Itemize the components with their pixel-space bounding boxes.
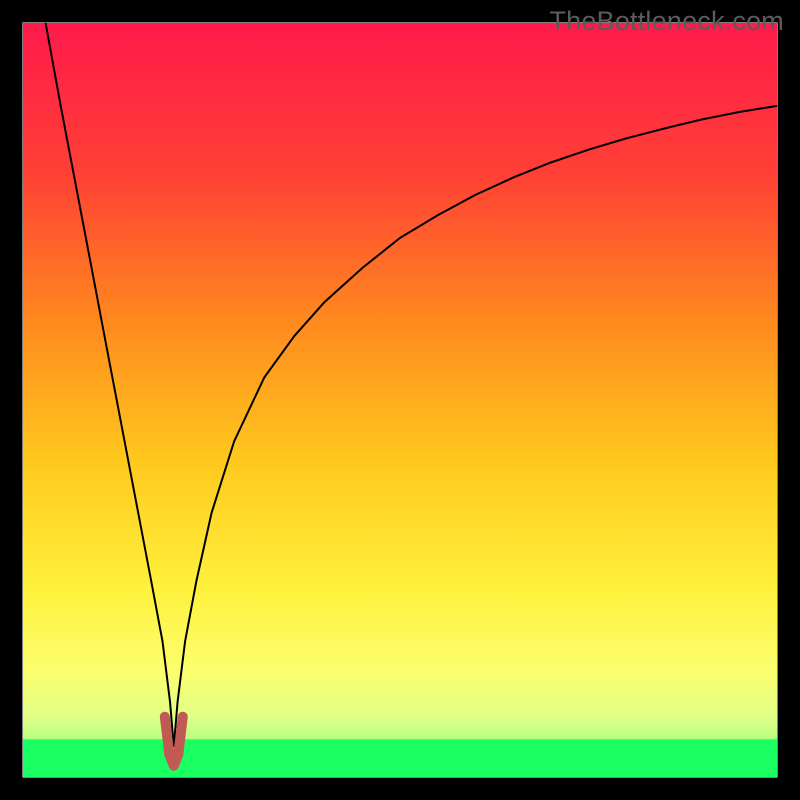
plot-canvas: [0, 0, 800, 800]
bottleneck-chart: { "watermark": "TheBottleneck.com", "cha…: [0, 0, 800, 800]
watermark: TheBottleneck.com: [549, 6, 784, 37]
gradient-background: [23, 23, 777, 777]
green-band: [23, 739, 777, 777]
